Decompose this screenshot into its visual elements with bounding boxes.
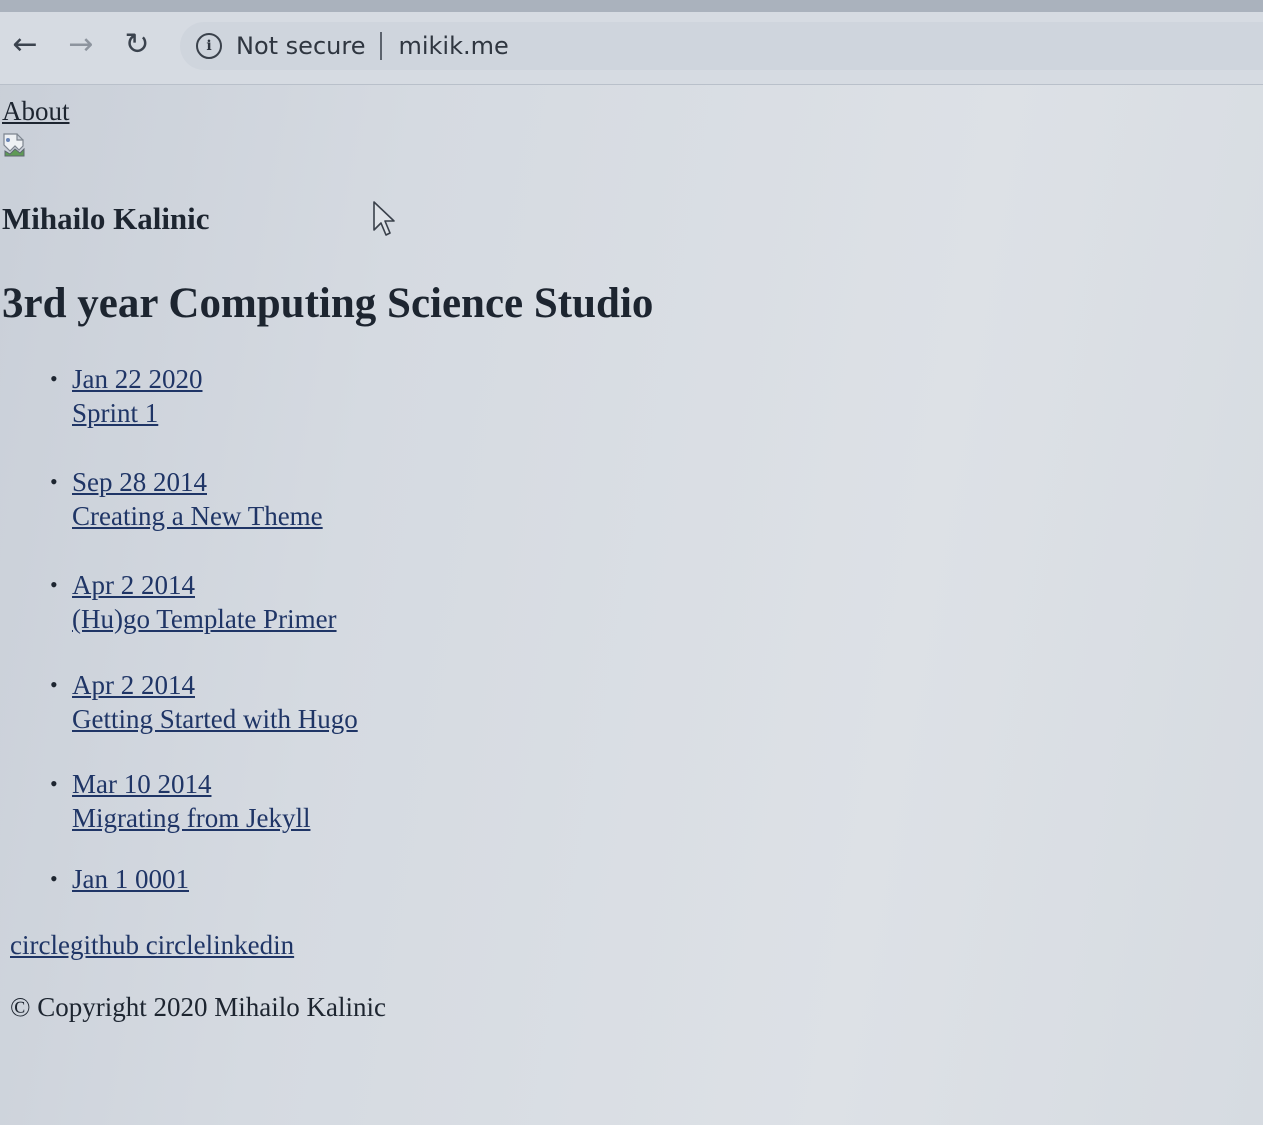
post-title-link[interactable]: Sprint 1 [72,396,203,430]
post-entry: Jan 22 2020 Sprint 1 [72,362,203,430]
bullet-icon: • [50,366,58,391]
post-title-link[interactable]: Creating a New Theme [72,499,323,533]
post-entry: Apr 2 2014 (Hu)go Template Primer [72,568,337,636]
post-date-link[interactable]: Sep 28 2014 [72,465,323,499]
post-date-link[interactable]: Mar 10 2014 [72,767,310,801]
address-separator [380,32,383,60]
post-date-link[interactable]: Jan 1 0001 [72,862,189,896]
browser-window: ← → ↻ i Not secure mikik.me About Mihail… [0,0,1263,1125]
bullet-icon: • [50,572,58,597]
browser-toolbar: ← → ↻ i Not secure mikik.me [0,0,1263,85]
back-arrow-icon[interactable]: ← [7,26,43,62]
info-icon[interactable]: i [196,33,222,59]
broken-image-icon [3,133,25,157]
copyright-text: © Copyright 2020 Mihailo Kalinic [10,992,386,1022]
post-entry: Jan 1 0001 [72,862,189,896]
bullet-icon: • [50,771,58,796]
post-title-link[interactable]: (Hu)go Template Primer [72,602,337,636]
forward-arrow-icon[interactable]: → [63,26,99,62]
address-bar[interactable]: i Not secure mikik.me [180,22,1263,70]
about-link[interactable]: About [2,96,70,127]
page-title: 3rd year Computing Science Studio [2,280,654,327]
post-date-link[interactable]: Apr 2 2014 [72,568,337,602]
bullet-icon: • [50,866,58,891]
post-date-link[interactable]: Apr 2 2014 [72,668,358,702]
post-entry: Sep 28 2014 Creating a New Theme [72,465,323,533]
reload-icon[interactable]: ↻ [119,26,155,62]
url-text[interactable]: mikik.me [398,32,508,60]
author-name: Mihailo Kalinic [2,201,210,236]
window-top-strip [0,0,1263,12]
post-date-link[interactable]: Jan 22 2020 [72,362,203,396]
bullet-icon: • [50,469,58,494]
post-entry: Apr 2 2014 Getting Started with Hugo [72,668,358,736]
social-links[interactable]: circlegithub circlelinkedin [10,930,294,961]
post-entry: Mar 10 2014 Migrating from Jekyll [72,767,310,835]
post-title-link[interactable]: Getting Started with Hugo [72,702,358,736]
bullet-icon: • [50,672,58,697]
mouse-cursor-icon [373,201,395,236]
post-title-link[interactable]: Migrating from Jekyll [72,801,310,835]
security-label: Not secure [236,32,366,60]
